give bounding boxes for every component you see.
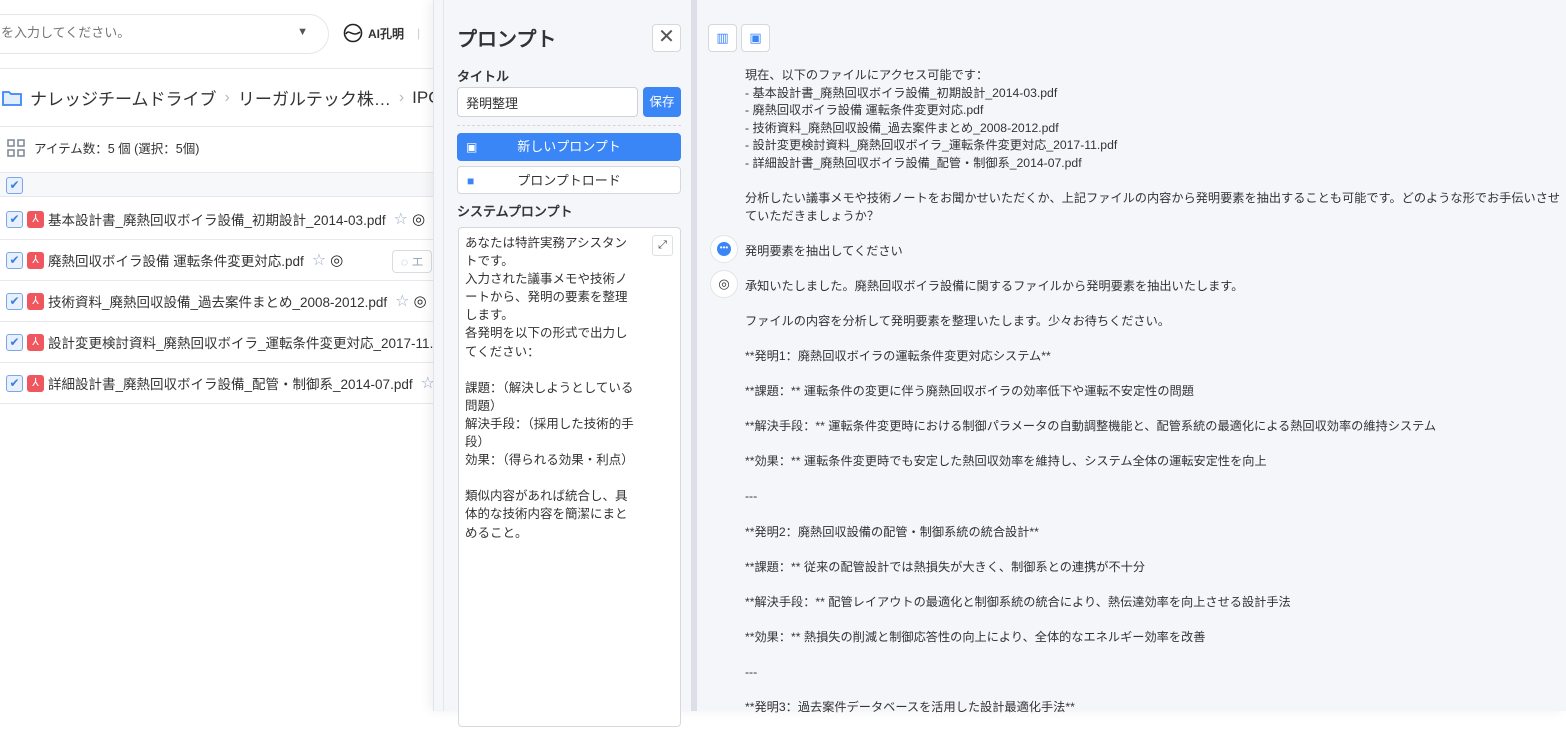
- file-browser: ▼ AI孔明 | ナレッジチームドライブ › リーガルテック株… › IPG ア…: [0, 0, 433, 711]
- divider: [0, 126, 433, 127]
- breadcrumb-item[interactable]: ナレッジチームドライブ: [30, 85, 217, 110]
- table-header: ✔: [0, 173, 433, 197]
- expand-button[interactable]: ⤢: [652, 235, 673, 256]
- message-paragraph: **課題：** 運転条件の変更に伴う廃熱回収ボイラの効率低下や運転不安定性の問題: [745, 384, 1194, 399]
- columns-icon: ▥: [716, 30, 729, 45]
- message-paragraph: ---: [745, 489, 758, 504]
- message-paragraph: ---: [745, 664, 758, 679]
- file-row[interactable]: ✔ ⅄ 技術資料_廃熱回収設備_過去案件まとめ_2008-2012.pdf ☆ …: [0, 281, 433, 322]
- load-prompt-label: プロンプトロード: [517, 173, 621, 188]
- folder-icon: [2, 90, 22, 106]
- message-paragraph: ファイルの内容を分析して発明要素を整理いたします。少々お待ちください。: [745, 313, 1170, 328]
- star-icon[interactable]: ☆: [312, 250, 326, 270]
- prompt-panel: プロンプト ✕ タイトル 保存 ▣ 新しいプロンプト ■ プロンプトロード シス…: [443, 0, 691, 727]
- message-paragraph: **効果：** 熱損失の削減と制御応答性の向上により、全体的なエネルギー効率を改…: [745, 629, 1206, 644]
- file-name[interactable]: 廃熱回収ボイラ設備 運転条件変更対応.pdf: [48, 250, 304, 270]
- message-paragraph: 分析したい議事メモや技術ノートをお聞かせいただくか、上記ファイルの内容から発明要…: [745, 191, 1561, 223]
- message-paragraph: 現在、以下のファイルにアクセス可能です： - 基本設計書_廃熱回収ボイラ設備_初…: [745, 68, 1118, 170]
- ai-swirl-icon[interactable]: ◎: [330, 251, 343, 269]
- prompt-toggle-button[interactable]: ▣: [741, 24, 770, 52]
- divider: [0, 68, 433, 69]
- row-checkbox[interactable]: ✔: [6, 374, 23, 392]
- item-count-text: アイテム数：5 個 (選択：5個): [34, 142, 200, 156]
- row-checkbox[interactable]: ✔: [6, 333, 23, 351]
- new-prompt-label: 新しいプロンプト: [517, 139, 621, 154]
- new-prompt-button[interactable]: ▣ 新しいプロンプト: [457, 133, 681, 161]
- message-paragraph: **解決手段：** 運転条件変更時における制御パラメータの自動調整機能と、配管系…: [745, 419, 1437, 434]
- system-prompt-label: システムプロンプト: [457, 204, 573, 219]
- badge-text: エ: [411, 255, 424, 269]
- pdf-icon: ⅄: [27, 251, 44, 269]
- breadcrumb-item[interactable]: リーガルテック株…: [238, 85, 391, 110]
- select-all-checkbox[interactable]: ✔: [6, 177, 23, 194]
- title-input[interactable]: [457, 87, 638, 117]
- panel-title: プロンプト: [457, 29, 557, 51]
- ai-koumei-button[interactable]: AI孔明 |: [343, 23, 420, 43]
- assistant-avatar: ◎: [710, 269, 738, 298]
- terminal-icon: ▣: [749, 30, 762, 45]
- chevron-right-icon: ›: [224, 88, 230, 106]
- user-avatar: •••: [710, 234, 738, 263]
- breadcrumb-item[interactable]: IPG: [412, 88, 433, 108]
- expand-icon: ⤢: [658, 239, 667, 251]
- message-paragraph: **発明1：廃熱回収ボイラの運転条件変更対応システム**: [745, 349, 1051, 364]
- file-row[interactable]: ✔ ⅄ 廃熱回収ボイラ設備 運転条件変更対応.pdf ☆ ◎ ◌ エ: [0, 240, 433, 281]
- save-button[interactable]: 保存: [643, 87, 681, 117]
- item-count: アイテム数：5 個 (選択：5個): [7, 138, 199, 157]
- close-icon: ✕: [658, 26, 675, 48]
- close-button[interactable]: ✕: [652, 24, 681, 52]
- chevron-right-icon: ›: [398, 88, 405, 106]
- chat-panel: ▥ ▣ 現在、以下のファイルにアクセス可能です： - 基本設計書_廃熱回収ボイラ…: [697, 0, 1566, 714]
- star-icon[interactable]: ☆: [395, 291, 409, 311]
- file-name[interactable]: 設計変更検討資料_廃熱回収ボイラ_運転条件変更対応_2017-11.pdf: [48, 332, 433, 352]
- message-paragraph: **発明2：廃熱回収設備の配管・制御系統の統合設計**: [745, 524, 1039, 539]
- assistant-message: ◎ 承知いたしました。廃熱回収ボイラ設備に関するファイルから発明要素を抽出いたしま…: [697, 269, 1566, 717]
- folder-open-icon: ■: [467, 174, 475, 188]
- message-paragraph: **課題：** 従来の配管設計では熱損失が大きく、制御系との連携が不十分: [745, 559, 1146, 574]
- user-message: ••• 発明要素を抽出してください: [697, 234, 1566, 263]
- ai-swirl-icon[interactable]: ◎: [412, 210, 425, 228]
- star-icon[interactable]: ☆: [421, 373, 433, 393]
- star-icon[interactable]: ☆: [394, 209, 408, 229]
- search-input[interactable]: [1, 25, 281, 40]
- file-name[interactable]: 詳細設計書_廃熱回収ボイラ設備_配管・制御系_2014-07.pdf: [48, 373, 413, 393]
- terminal-icon: ▣: [466, 140, 478, 154]
- pdf-icon: ⅄: [27, 292, 44, 310]
- search-bar[interactable]: ▼: [0, 14, 329, 54]
- file-name[interactable]: 基本設計書_廃熱回収ボイラ設備_初期設計_2014-03.pdf: [48, 209, 386, 229]
- message-paragraph: 承知いたしました。廃熱回収ボイラ設備に関するファイルから発明要素を抽出いたします…: [745, 278, 1244, 293]
- ai-label: AI孔明: [368, 26, 405, 41]
- ai-swirl-icon[interactable]: ◎: [413, 292, 426, 310]
- dropdown-caret-icon[interactable]: ▼: [297, 26, 308, 38]
- load-prompt-button[interactable]: ■ プロンプトロード: [457, 166, 681, 194]
- system-prompt-textarea[interactable]: あなたは特許実務アシスタントです。 入力された議事メモや技術ノートから、発明の要…: [458, 227, 681, 727]
- row-checkbox[interactable]: ✔: [6, 210, 23, 228]
- pdf-icon: ⅄: [27, 210, 44, 228]
- file-row[interactable]: ✔ ⅄ 設計変更検討資料_廃熱回収ボイラ_運転条件変更対応_2017-11.pd…: [0, 322, 433, 363]
- message-paragraph: 発明要素を抽出してください: [745, 243, 903, 258]
- toggle-sidebar-button[interactable]: ▥: [708, 24, 737, 52]
- message-paragraph: **効果：** 運転条件変更時でも安定した熱回収効率を維持し、システム全体の運転…: [745, 454, 1267, 469]
- divider: [457, 125, 681, 126]
- file-row[interactable]: ✔ ⅄ 詳細設計書_廃熱回収ボイラ設備_配管・制御系_2014-07.pdf ☆…: [0, 363, 433, 404]
- row-checkbox[interactable]: ✔: [6, 292, 23, 310]
- separator: |: [417, 26, 421, 40]
- message-paragraph: **解決手段：** 配管レイアウトの最適化と制御系統の統合により、熱伝達効率を向…: [745, 594, 1291, 609]
- row-checkbox[interactable]: ✔: [6, 251, 23, 269]
- status-badge[interactable]: ◌ エ: [392, 250, 433, 273]
- title-label: タイトル: [457, 69, 510, 84]
- message-list: 現在、以下のファイルにアクセス可能です： - 基本設計書_廃熱回収ボイラ設備_初…: [697, 67, 1566, 734]
- pdf-icon: ⅄: [27, 333, 44, 351]
- file-row[interactable]: ✔ ⅄ 基本設計書_廃熱回収ボイラ設備_初期設計_2014-03.pdf ☆ ◎: [0, 199, 433, 240]
- ai-swirl-icon: [343, 23, 363, 43]
- pdf-icon: ⅄: [27, 374, 44, 392]
- ai-swirl-icon: ◎: [718, 275, 730, 291]
- grid-view-icon[interactable]: [7, 138, 25, 157]
- chat-bubble-icon: •••: [717, 242, 731, 257]
- file-name[interactable]: 技術資料_廃熱回収設備_過去案件まとめ_2008-2012.pdf: [48, 291, 387, 311]
- assistant-message: 現在、以下のファイルにアクセス可能です： - 基本設計書_廃熱回収ボイラ設備_初…: [697, 67, 1566, 225]
- message-paragraph: **発明3：過去案件データベースを活用した設計最適化手法**: [745, 699, 1075, 714]
- breadcrumb: ナレッジチームドライブ › リーガルテック株… › IPG: [2, 85, 433, 110]
